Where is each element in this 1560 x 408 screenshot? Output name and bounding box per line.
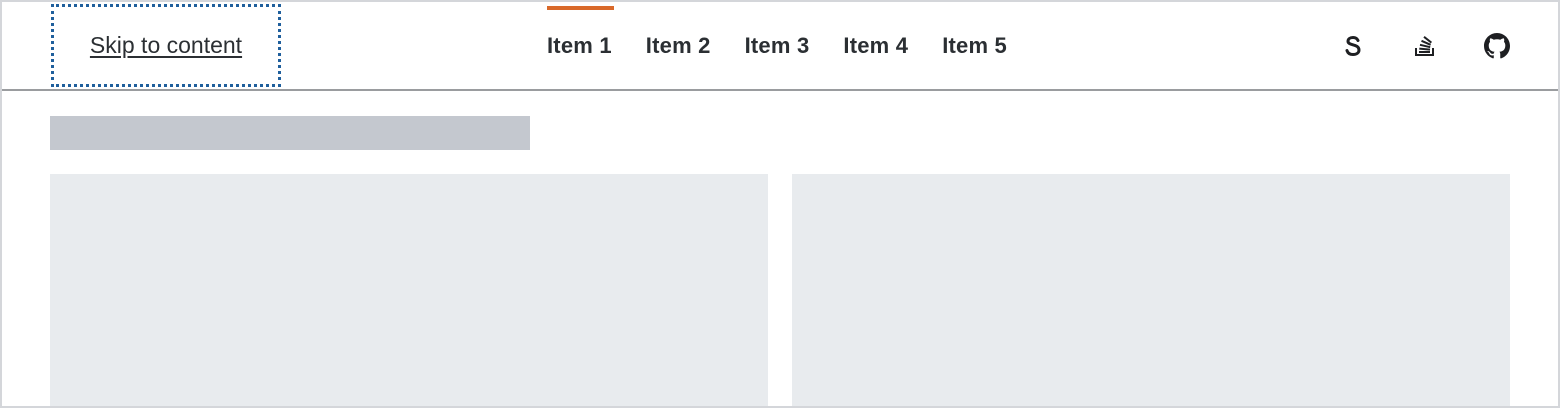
stack-overflow-icon[interactable] — [1410, 31, 1440, 61]
main-nav: Item 1 Item 2 Item 3 Item 4 Item 5 — [547, 2, 1041, 89]
skip-to-content-link[interactable]: Skip to content — [51, 4, 281, 87]
card-skeleton-right — [792, 174, 1510, 406]
header-icons — [1296, 2, 1512, 89]
nav-item-2[interactable]: Item 2 — [646, 2, 711, 89]
nav-item-1[interactable]: Item 1 — [547, 2, 614, 89]
nav-item-3[interactable]: Item 3 — [745, 2, 810, 89]
site-header: Skip to content Item 1 Item 2 Item 3 Ite… — [2, 2, 1558, 91]
card-skeleton-left — [50, 174, 768, 406]
title-skeleton — [50, 116, 530, 150]
nav-item-4[interactable]: Item 4 — [843, 2, 908, 89]
nav-item-5[interactable]: Item 5 — [942, 2, 1007, 89]
page-frame: Skip to content Item 1 Item 2 Item 3 Ite… — [0, 0, 1560, 408]
s-icon[interactable] — [1338, 31, 1368, 61]
github-icon[interactable] — [1482, 31, 1512, 61]
